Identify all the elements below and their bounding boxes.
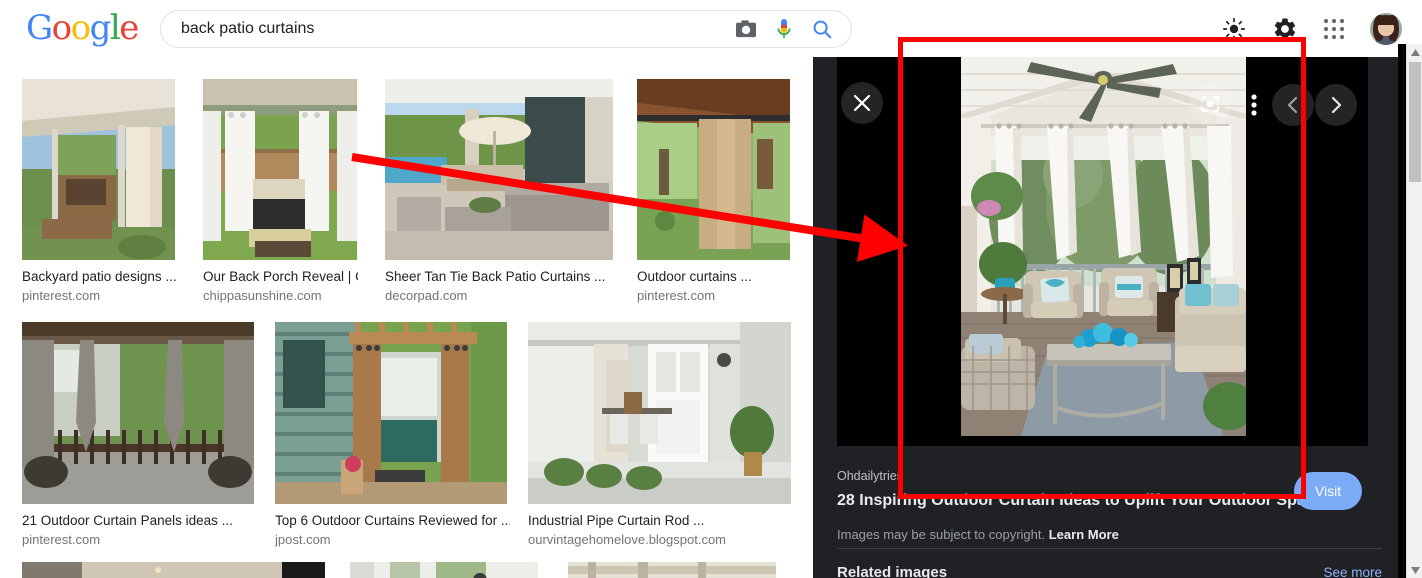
more-vertical-icon: [1251, 94, 1257, 116]
image-viewer-panel: Ohdailytries 28 Inspiring Outdoor Curtai…: [813, 44, 1402, 578]
previous-image-button[interactable]: [1272, 84, 1314, 126]
result-tile-4[interactable]: 21 Outdoor Curtain Panels ideas ... pint…: [22, 322, 257, 548]
result-thumbnail-partial-1[interactable]: [350, 562, 538, 578]
page-scrollbar[interactable]: [1406, 44, 1422, 578]
panel-right-edge: [1398, 44, 1406, 578]
result-thumbnail-2[interactable]: [385, 79, 613, 260]
result-thumbnail-5[interactable]: [275, 322, 507, 504]
apps-grid-icon[interactable]: [1324, 18, 1344, 39]
logo-letter-g1: G: [26, 8, 53, 48]
chevron-left-icon: [1287, 96, 1298, 114]
result-title-5[interactable]: Top 6 Outdoor Curtains Reviewed for ...: [275, 513, 510, 529]
close-icon: [853, 94, 871, 112]
result-tile-0[interactable]: Backyard patio designs ... pinterest.com: [22, 79, 177, 304]
google-lens-button[interactable]: [1189, 84, 1231, 126]
search-icon[interactable]: [811, 18, 833, 40]
more-options-button[interactable]: [1233, 84, 1275, 126]
result-domain-0: pinterest.com: [22, 288, 101, 303]
logo-letter-l: l: [109, 8, 121, 48]
result-title-6[interactable]: Industrial Pipe Curtain Rod ...: [528, 513, 793, 529]
logo-letter-g2: g: [89, 8, 112, 48]
related-images-title: Related images: [837, 564, 948, 578]
result-thumbnail-partial-2[interactable]: [568, 562, 776, 578]
scroll-up-arrow[interactable]: [1407, 44, 1422, 60]
page-header: Google: [0, 0, 1422, 57]
result-tile-5[interactable]: Top 6 Outdoor Curtains Reviewed for ... …: [275, 322, 510, 548]
brightness-icon[interactable]: [1222, 17, 1246, 41]
result-tile-6[interactable]: Industrial Pipe Curtain Rod ... ourvinta…: [528, 322, 793, 548]
logo-letter-e: e: [119, 8, 139, 48]
header-right-icons: [1222, 0, 1402, 57]
related-images-section: Related images See more: [837, 564, 1382, 578]
close-button[interactable]: [841, 82, 883, 124]
result-domain-6: ourvintagehomelove.blogspot.com: [528, 532, 727, 547]
google-logo[interactable]: Google: [26, 8, 139, 48]
image-metadata: Ohdailytries 28 Inspiring Outdoor Curtai…: [837, 468, 1382, 544]
result-thumbnail-partial-0[interactable]: [22, 562, 325, 578]
copyright-notice: Images may be subject to copyright. Lear…: [837, 526, 1382, 544]
google-images-page: Google back patio curtains Backyard pati…: [0, 0, 1422, 578]
result-tile-partial-2[interactable]: [568, 562, 778, 578]
result-tile-2[interactable]: Sheer Tan Tie Back Patio Curtains ... de…: [385, 79, 615, 304]
result-thumbnail-6[interactable]: [528, 322, 791, 504]
result-tile-1[interactable]: Our Back Porch Reveal | C... chippasunsh…: [203, 79, 358, 304]
result-thumbnail-0[interactable]: [22, 79, 175, 260]
result-domain-2: decorpad.com: [385, 288, 468, 303]
copyright-text: Images may be subject to copyright.: [837, 527, 1046, 542]
scroll-down-arrow[interactable]: [1407, 562, 1422, 578]
result-domain-5: jpost.com: [275, 532, 331, 547]
image-results-grid: spy.com amazon.com pinterest.com diynetw…: [0, 44, 813, 578]
see-more-link[interactable]: See more: [1323, 565, 1382, 578]
logo-letter-o2: o: [70, 8, 91, 48]
result-domain-4: pinterest.com: [22, 532, 101, 547]
microphone-icon[interactable]: [775, 17, 793, 41]
result-thumbnail-1[interactable]: [203, 79, 357, 260]
result-title-3[interactable]: Outdoor curtains ...: [637, 269, 792, 285]
gear-icon[interactable]: [1272, 16, 1298, 42]
result-title-0[interactable]: Backyard patio designs ...: [22, 269, 177, 285]
google-lens-icon: [1201, 96, 1219, 112]
logo-letter-o1: o: [51, 8, 72, 48]
result-tile-3[interactable]: Outdoor curtains ... pinterest.com: [637, 79, 792, 304]
visit-button[interactable]: Visit: [1294, 472, 1362, 510]
result-title-2[interactable]: Sheer Tan Tie Back Patio Curtains ...: [385, 269, 615, 285]
camera-icon[interactable]: [735, 19, 757, 39]
result-title-4[interactable]: 21 Outdoor Curtain Panels ideas ...: [22, 513, 257, 529]
section-divider: [837, 548, 1382, 549]
next-image-button[interactable]: [1315, 84, 1357, 126]
search-box[interactable]: [160, 10, 852, 48]
learn-more-link[interactable]: Learn More: [1049, 527, 1119, 542]
result-title-1[interactable]: Our Back Porch Reveal | C...: [203, 269, 358, 285]
search-input[interactable]: [161, 20, 735, 38]
chevron-right-icon: [1331, 96, 1342, 114]
result-domain-3: pinterest.com: [637, 288, 716, 303]
result-tile-partial-1[interactable]: [350, 562, 540, 578]
result-thumbnail-3[interactable]: [637, 79, 790, 260]
avatar[interactable]: [1370, 12, 1402, 45]
result-thumbnail-4[interactable]: [22, 322, 254, 504]
result-tile-partial-0[interactable]: [22, 562, 327, 578]
result-domain-1: chippasunshine.com: [203, 288, 322, 303]
scrollbar-thumb[interactable]: [1409, 62, 1421, 182]
